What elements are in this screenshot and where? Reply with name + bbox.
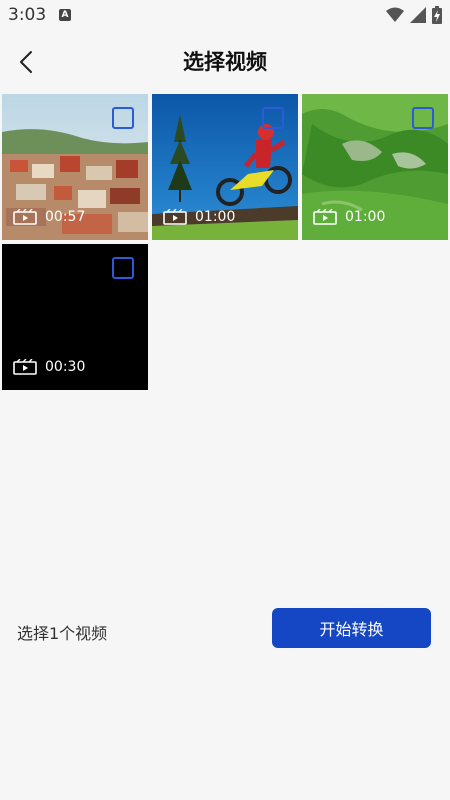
status-icons — [386, 6, 442, 24]
video-icon — [13, 209, 37, 225]
signal-icon — [410, 7, 426, 23]
select-checkbox[interactable] — [262, 107, 284, 129]
select-checkbox[interactable] — [112, 107, 134, 129]
wifi-icon — [386, 7, 404, 22]
a-icon: A — [59, 9, 71, 21]
header: 选择视频 — [0, 32, 450, 90]
video-icon — [13, 359, 37, 375]
video-duration: 00:57 — [45, 209, 86, 225]
video-meta: 01:00 — [163, 209, 235, 225]
video-meta: 00:57 — [13, 209, 85, 225]
video-meta: 01:00 — [313, 209, 385, 225]
status-time: 3:03 — [8, 5, 47, 25]
video-icon — [163, 209, 187, 225]
bottom-bar: 选择1个视频 开始转换 — [0, 600, 450, 656]
video-tile[interactable]: 01:00 — [152, 94, 298, 240]
page-title: 选择视频 — [183, 50, 267, 74]
screen: 3:03 A 选择视频 00:57 01:00 01:00 00:30 选择1个… — [0, 0, 450, 800]
select-checkbox[interactable] — [112, 257, 134, 279]
selected-count: 选择1个视频 — [17, 624, 108, 643]
start-convert-button[interactable]: 开始转换 — [272, 608, 431, 648]
video-icon — [313, 209, 337, 225]
status-bar: 3:03 A — [0, 0, 450, 32]
video-tile[interactable]: 00:30 — [2, 244, 148, 390]
battery-icon — [432, 6, 442, 24]
video-duration: 01:00 — [345, 209, 386, 225]
video-tile[interactable]: 01:00 — [302, 94, 448, 240]
video-duration: 00:30 — [45, 359, 86, 375]
select-checkbox[interactable] — [412, 107, 434, 129]
video-tile[interactable]: 00:57 — [2, 94, 148, 240]
video-duration: 01:00 — [195, 209, 236, 225]
video-meta: 00:30 — [13, 359, 85, 375]
